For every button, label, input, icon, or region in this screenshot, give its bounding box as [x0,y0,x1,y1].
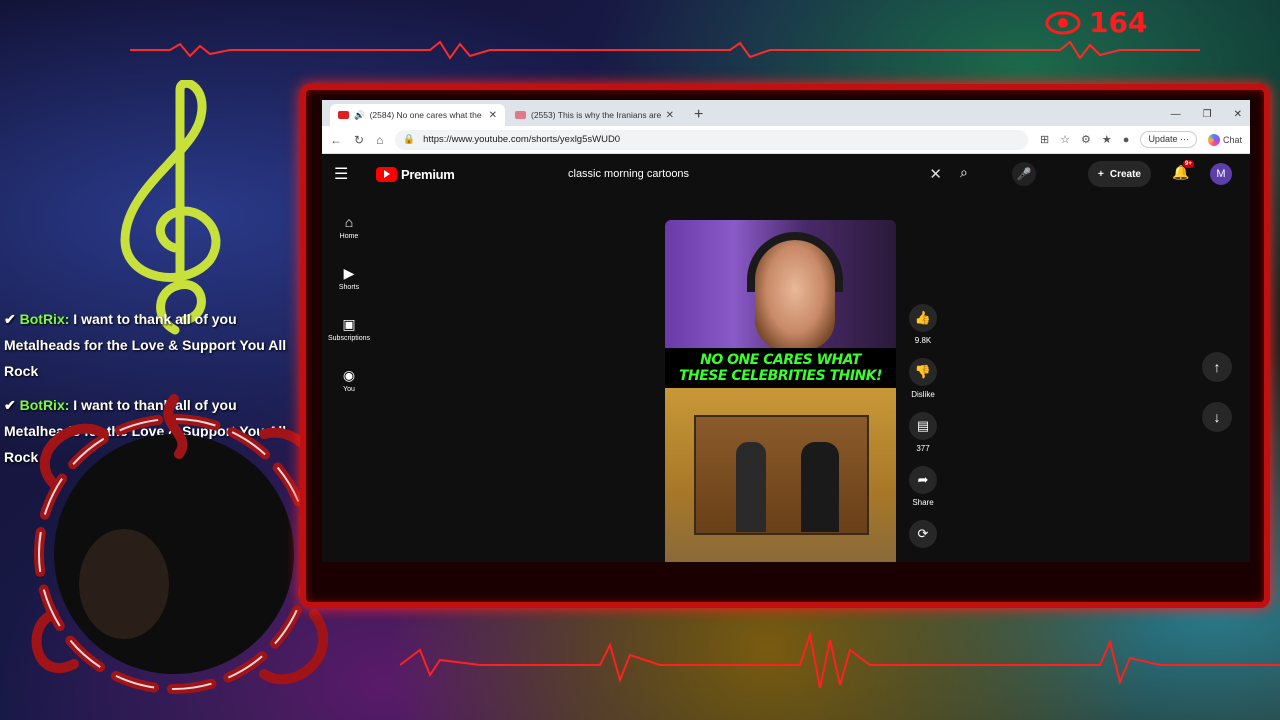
search-icon[interactable]: ⌕ [960,164,968,181]
youtube-page: ☰ Premium classic morning cartoons ✕ ⌕ 🎤… [322,154,1250,562]
lock-icon: 🔒 [403,134,416,145]
subscriptions-icon: ▣ [342,316,356,332]
home-icon: ⌂ [344,214,354,230]
toolbar-icons: ⊞ ☆ ⚙ ★ ● Update ⋯ Chat [1040,131,1242,148]
short-video-player[interactable]: NO ONE CARES WHAT THESE CELEBRITIES THIN… [665,220,896,562]
youtube-favicon-icon [515,111,526,119]
nav-item-you[interactable]: ◉ You [322,355,376,406]
short-navigation: ↑ ↓ [1202,352,1232,452]
chat-username: BotRix: [19,311,70,327]
tab-title: (2553) This is why the Iranians are [531,110,661,120]
video-inset-clip [694,415,869,535]
tab-title: (2584) No one cares what the [369,110,482,120]
minimize-icon[interactable]: — [1171,104,1181,126]
inset-person [736,442,766,532]
profile-icon[interactable]: ● [1123,134,1130,146]
share-button[interactable]: ➦ Share [906,466,940,520]
hamburger-menu-icon[interactable]: ☰ [334,164,364,184]
new-tab-button[interactable]: + [684,104,713,126]
you-icon: ◉ [342,367,356,383]
stream-overlay: 164 ✔ BotRix: I want to thank all of you… [0,0,1280,720]
plus-icon: + [1098,168,1104,180]
back-icon[interactable]: ← [330,133,342,147]
video-frame-top: NO ONE CARES WHAT THESE CELEBRITIES THIN… [665,220,896,388]
audio-waveform-bottom [400,631,1280,689]
remix-button[interactable]: ⟳ [906,520,940,562]
create-button[interactable]: + Create [1088,161,1151,187]
thumbs-up-icon: 👍 [909,304,937,332]
close-tab-icon[interactable]: ✕ [666,110,674,121]
search-query: classic morning cartoons [568,168,690,180]
browser-window: 🔊 (2584) No one cares what the ✕ (2553) … [322,100,1250,562]
share-icon: ➦ [909,466,937,494]
audio-waveform-top [130,40,1200,60]
tab-bar: 🔊 (2584) No one cares what the ✕ (2553) … [322,100,1250,126]
copilot-icon [1207,133,1220,146]
address-bar[interactable]: 🔒 https://www.youtube.com/shorts/yexlg5s… [395,129,1028,150]
viewer-counter: 164 [1045,6,1147,39]
video-caption: NO ONE CARES WHAT THESE CELEBRITIES THIN… [665,348,896,388]
home-icon[interactable]: ⌂ [376,133,383,147]
youtube-header: ☰ Premium classic morning cartoons ✕ ⌕ 🎤… [322,154,1250,194]
thumbs-down-icon: 👎 [909,358,937,386]
url-text: https://www.youtube.com/shorts/yexlg5sWU… [423,134,621,145]
close-window-icon[interactable]: ✕ [1234,104,1242,126]
side-navigation: ⌂ Home ▶ Shorts ▣ Subscriptions ◉ You [322,202,376,406]
nav-item-subscriptions[interactable]: ▣ Subscriptions [322,304,376,355]
clear-search-icon[interactable]: ✕ [929,165,942,183]
eye-icon [1045,11,1081,34]
tab-inactive[interactable]: (2553) This is why the Iranians are ✕ [507,104,682,126]
copilot-chat-button[interactable]: Chat [1207,133,1242,146]
address-toolbar: ← ↻ ⌂ 🔒 https://www.youtube.com/shorts/y… [322,126,1250,154]
youtube-logo[interactable]: Premium [376,166,455,182]
remix-icon: ⟳ [909,520,937,548]
video-frame-bottom [665,388,896,562]
chat-message: ✔ BotRix: I want to thank all of you Met… [4,306,304,384]
favorites-icon[interactable]: ★ [1102,133,1112,146]
window-controls: — ❐ ✕ [1163,104,1250,126]
comments-button[interactable]: ▤ 377 [906,412,940,466]
short-actions: 👍 9.8K 👎 Dislike ▤ 377 ➦ Share ⟳ [906,304,940,562]
inset-person [801,442,839,532]
nav-item-shorts[interactable]: ▶ Shorts [322,253,376,304]
headset-graphic [747,232,843,292]
previous-short-arrow-up-icon[interactable]: ↑ [1202,352,1232,382]
next-short-arrow-down-icon[interactable]: ↓ [1202,402,1232,432]
like-button[interactable]: 👍 9.8K [906,304,940,358]
speaker-icon: 🔊 [354,109,365,120]
chat-bot-icon: ✔ [4,311,16,327]
brand-label: Premium [401,166,455,182]
update-button[interactable]: Update ⋯ [1140,131,1197,148]
nav-item-home[interactable]: ⌂ Home [322,202,376,253]
youtube-favicon-icon [338,111,349,119]
viewer-count: 164 [1089,6,1148,39]
restore-icon[interactable]: ❐ [1203,104,1212,126]
webcam-frame [31,394,329,694]
extensions-icon[interactable]: ⚙ [1081,133,1091,146]
close-tab-icon[interactable]: ✕ [489,110,497,121]
notification-badge: 9+ [1183,160,1194,168]
treble-clef-graphic [120,80,221,335]
search-input[interactable]: classic morning cartoons ✕ [558,160,952,188]
dislike-button[interactable]: 👎 Dislike [906,358,940,412]
avatar[interactable]: M [1210,163,1232,185]
shorts-icon: ▶ [343,265,355,281]
favorite-star-icon[interactable]: ☆ [1060,133,1070,146]
youtube-play-icon [376,166,397,182]
refresh-icon[interactable]: ↻ [354,133,364,147]
tab-active[interactable]: 🔊 (2584) No one cares what the ✕ [330,104,505,126]
comment-icon: ▤ [909,412,937,440]
grid-icon[interactable]: ⊞ [1040,133,1049,146]
microphone-icon[interactable]: 🎤 [1012,162,1036,186]
